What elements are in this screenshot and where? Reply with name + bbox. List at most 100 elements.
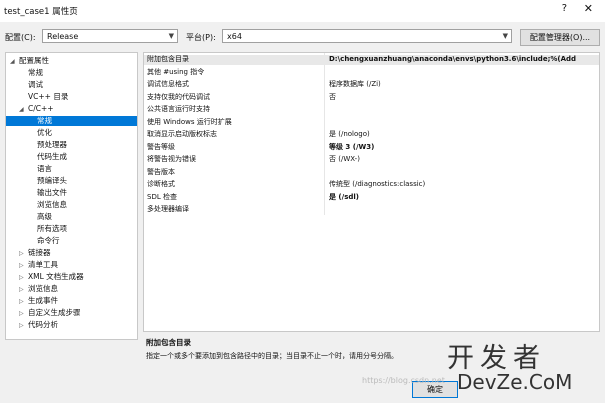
tree-item[interactable]: 预编译头 [6, 176, 137, 186]
tree-item[interactable]: 输出文件 [6, 188, 137, 198]
tree-item[interactable]: ◢ C/C++ [6, 104, 137, 114]
property-grid[interactable]: 附加包含目录 D:\chengxuanzhuang\anaconda\envs\p… [143, 52, 600, 332]
property-name: 附加包含目录 [147, 55, 189, 63]
expand-toggle-icon[interactable]: ▷ [19, 249, 28, 259]
property-value[interactable]: 否 (/WX-) [329, 155, 360, 165]
tree-item-label: 链接器 [28, 248, 51, 257]
expand-toggle-icon[interactable]: ▷ [19, 297, 28, 307]
tree-item-label: 清单工具 [28, 260, 58, 269]
tree-item[interactable]: 浏览信息 [6, 200, 137, 210]
tree-item-label: 预编译头 [37, 176, 67, 185]
property-value[interactable]: 等级 3 (/W3) [329, 143, 374, 153]
tree-item[interactable]: 调试 [6, 80, 137, 90]
property-row[interactable]: 取消显示启动版权标志 是 (/nologo) [144, 130, 599, 140]
platform-dropdown[interactable]: x64 ▼ [222, 29, 512, 43]
property-row[interactable]: 警告版本 [144, 168, 599, 178]
expand-toggle-icon[interactable]: ◢ [10, 57, 19, 67]
tree-item-label: VC++ 目录 [28, 92, 69, 101]
property-row[interactable]: 将警告视为错误 否 (/WX-) [144, 155, 599, 165]
tree-item[interactable]: 代码生成 [6, 152, 137, 162]
tree-item[interactable]: ▷ 生成事件 [6, 296, 137, 306]
tree-item-label: 预处理器 [37, 140, 67, 149]
platform-label: 平台(P): [186, 33, 216, 42]
tree-item[interactable]: ◢ 配置属性 [6, 56, 137, 66]
tree-item-label: 输出文件 [37, 188, 67, 197]
property-row[interactable]: 调试信息格式 程序数据库 (/Zi) [144, 80, 599, 90]
tree-item[interactable]: 所有选项 [6, 224, 137, 234]
property-row[interactable]: 公共语言运行时支持 [144, 105, 599, 115]
tree-item[interactable]: ▷ 浏览信息 [6, 284, 137, 294]
expand-toggle-icon[interactable]: ▷ [19, 309, 28, 319]
tree-item-label: 代码生成 [37, 152, 67, 161]
brand-watermark: 开发者 DevZe.CoM [445, 336, 605, 403]
property-name: 支持仅我的代码调试 [147, 92, 210, 101]
property-name: 使用 Windows 运行时扩展 [147, 117, 232, 126]
tree-item[interactable]: ▷ 代码分析 [6, 320, 137, 330]
help-button[interactable]: ? [562, 3, 567, 14]
property-name: 公共语言运行时支持 [147, 105, 210, 113]
close-button[interactable]: ✕ [584, 2, 593, 15]
expand-toggle-icon[interactable]: ▷ [19, 285, 28, 295]
property-row[interactable]: 诊断格式 传统型 (/diagnostics:classic) [144, 180, 599, 190]
property-value[interactable]: D:\chengxuanzhuang\anaconda\envs\python3… [329, 55, 576, 65]
config-label: 配置(C): [5, 33, 36, 42]
tree-item-label: 命令行 [37, 236, 60, 245]
tree-item[interactable]: 优化 [6, 128, 137, 138]
tree-item-label: 所有选项 [37, 224, 67, 233]
tree-item[interactable]: ▷ 链接器 [6, 248, 137, 258]
tree-item[interactable]: 高级 [6, 212, 137, 222]
tree-item-label: 调试 [28, 80, 43, 89]
tree-item-label: XML 文档生成器 [28, 272, 84, 281]
property-row[interactable]: SDL 检查 是 (/sdl) [144, 193, 599, 203]
watermark-url: https://blog.csdn.net [362, 376, 445, 385]
title-bar: test_case1 属性页 ? ✕ [0, 0, 605, 22]
tree-item[interactable]: 常规 [6, 116, 137, 126]
config-dropdown[interactable]: Release ▼ [42, 29, 178, 43]
property-row[interactable]: 其他 #using 指令 [144, 68, 599, 78]
config-manager-button[interactable]: 配置管理器(O)... [520, 29, 600, 46]
property-value[interactable]: 否 [329, 93, 336, 103]
expand-toggle-icon[interactable]: ◢ [19, 105, 28, 115]
tree-item[interactable]: VC++ 目录 [6, 92, 137, 102]
tree-item[interactable]: ▷ XML 文档生成器 [6, 272, 137, 282]
tree-item[interactable]: ▷ 自定义生成步骤 [6, 308, 137, 318]
property-value[interactable]: 是 (/nologo) [329, 130, 370, 140]
property-name: 警告等级 [147, 142, 175, 151]
tree-item-label: 语言 [37, 164, 52, 173]
tree-item-label: 常规 [28, 68, 43, 77]
chevron-down-icon: ▼ [168, 32, 174, 40]
property-row[interactable]: 警告等级 等级 3 (/W3) [144, 143, 599, 153]
property-row[interactable]: 支持仅我的代码调试 否 [144, 93, 599, 103]
tree-item-label: 生成事件 [28, 296, 58, 305]
property-name: 诊断格式 [147, 180, 175, 188]
property-value[interactable]: 是 (/sdl) [329, 193, 359, 203]
property-name: 取消显示启动版权标志 [147, 130, 217, 138]
tree-item-label: 高级 [37, 212, 52, 221]
property-name: 其他 #using 指令 [147, 67, 205, 76]
property-name: 调试信息格式 [147, 80, 189, 88]
expand-toggle-icon[interactable]: ▷ [19, 273, 28, 283]
tree-item[interactable]: 预处理器 [6, 140, 137, 150]
property-row[interactable]: 使用 Windows 运行时扩展 [144, 118, 599, 128]
tree-item-label: 自定义生成步骤 [28, 308, 81, 317]
expand-toggle-icon[interactable]: ▷ [19, 321, 28, 331]
tree-item-label: 浏览信息 [37, 200, 67, 209]
tree-item[interactable]: 命令行 [6, 236, 137, 246]
chevron-down-icon: ▼ [502, 32, 508, 40]
property-value[interactable]: 传统型 (/diagnostics:classic) [329, 180, 425, 190]
tree-item[interactable]: ▷ 清单工具 [6, 260, 137, 270]
property-value[interactable]: 程序数据库 (/Zi) [329, 80, 381, 90]
tree-item-label: 代码分析 [28, 320, 58, 329]
property-row[interactable]: 附加包含目录 D:\chengxuanzhuang\anaconda\envs\p… [144, 55, 599, 65]
tree-item[interactable]: 常规 [6, 68, 137, 78]
property-name: 警告版本 [147, 167, 175, 176]
tree-item-label: 优化 [37, 128, 52, 137]
expand-toggle-icon[interactable]: ▷ [19, 261, 28, 271]
tree-item-label: 浏览信息 [28, 284, 58, 293]
tree-item[interactable]: 语言 [6, 164, 137, 174]
description-text: 指定一个或多个要添加到包含路径中的目录；当目录不止一个时，请用分号分隔。 [146, 352, 398, 360]
config-value: Release [47, 32, 79, 41]
property-tree[interactable]: ◢ 配置属性 常规 调试 VC++ 目录 ◢ C/C++ 常规 优化 预处理器 代码生成 语言 预编译头… [5, 52, 138, 340]
description-title: 附加包含目录 [146, 338, 191, 347]
property-row[interactable]: 多处理器编译 [144, 205, 599, 215]
